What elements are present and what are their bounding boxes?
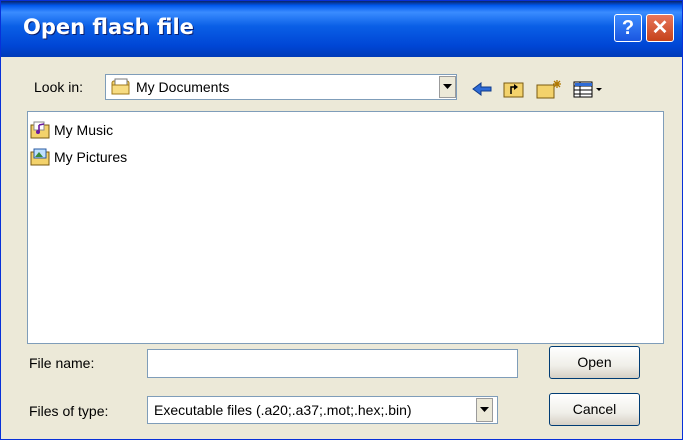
view-menu-button[interactable] <box>572 78 606 102</box>
music-folder-icon <box>30 119 52 141</box>
look-in-label: Look in: <box>34 79 84 95</box>
files-of-type-dropdown[interactable]: Executable files (.a20;.a37;.mot;.hex;.b… <box>147 396 498 424</box>
close-icon: ✕ <box>651 17 669 39</box>
back-button[interactable] <box>471 78 493 102</box>
file-name-text: My Music <box>54 122 114 138</box>
window-title: Open flash file <box>23 15 194 39</box>
list-item[interactable]: My Music <box>30 118 113 142</box>
look-in-dropdown[interactable]: My Documents <box>105 74 457 100</box>
files-of-type-dropdown-button[interactable] <box>476 398 493 422</box>
chevron-down-icon <box>480 407 489 412</box>
file-name-text: My Pictures <box>54 149 128 165</box>
close-button[interactable]: ✕ <box>646 14 674 42</box>
file-name-label: File name: <box>29 355 95 371</box>
cancel-button[interactable]: Cancel <box>549 393 640 426</box>
open-button[interactable]: Open <box>549 346 640 379</box>
files-of-type-value: Executable files (.a20;.a37;.mot;.hex;.b… <box>154 402 412 418</box>
files-of-type-label: Files of type: <box>29 403 109 419</box>
help-button[interactable]: ? <box>614 14 642 42</box>
documents-folder-icon <box>110 77 132 102</box>
back-arrow-icon <box>472 82 492 96</box>
up-one-level-button[interactable] <box>502 78 526 102</box>
list-item[interactable]: My Pictures <box>30 145 127 169</box>
pictures-folder-icon <box>30 146 52 168</box>
file-list[interactable]: My Music My Pictures <box>27 111 664 344</box>
look-in-value: My Documents <box>136 79 230 95</box>
new-folder-icon <box>536 80 561 99</box>
help-icon: ? <box>621 17 635 39</box>
open-flash-file-dialog: Open flash file ? ✕ Look in: My Document… <box>0 0 683 440</box>
look-in-dropdown-button[interactable] <box>439 76 456 98</box>
title-bar[interactable]: Open flash file ? ✕ <box>1 1 682 57</box>
up-folder-icon <box>503 82 524 98</box>
chevron-down-icon <box>443 84 452 89</box>
view-menu-icon <box>573 81 602 98</box>
file-name-input[interactable] <box>147 349 518 378</box>
new-folder-button[interactable] <box>535 78 563 102</box>
